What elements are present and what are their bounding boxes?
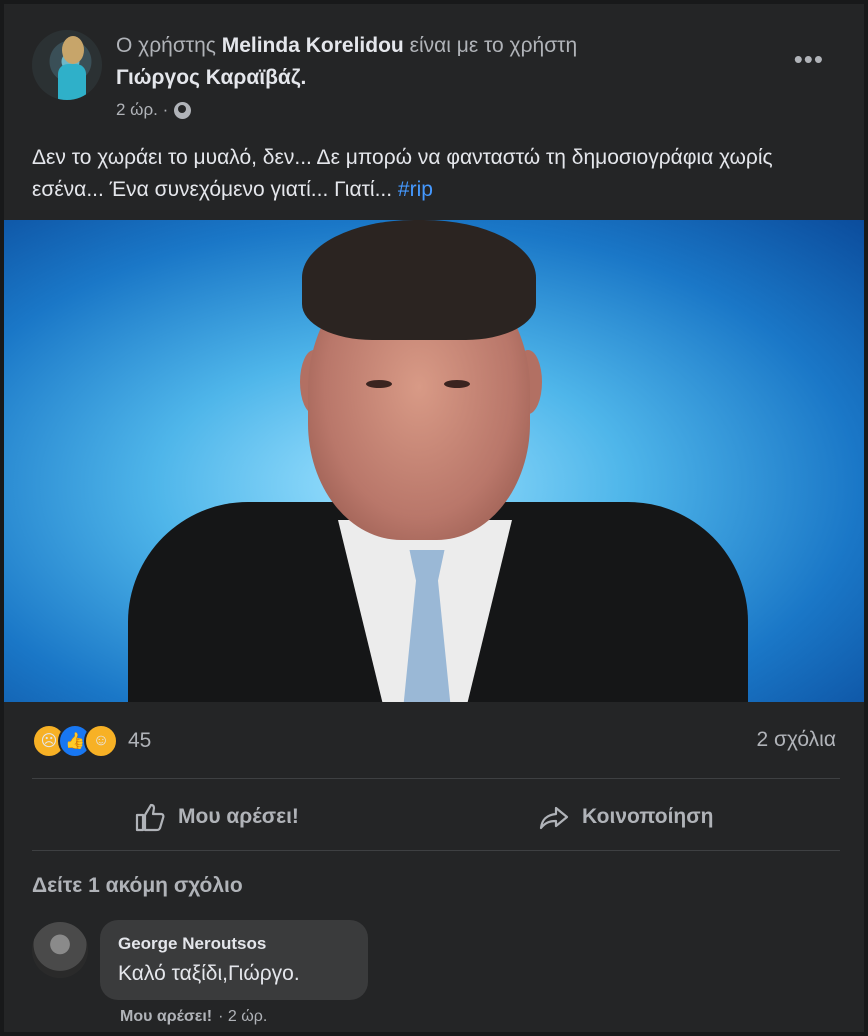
author-name[interactable]: Melinda Korelidou	[222, 34, 404, 57]
comment-text: Καλό ταξίδι,Γιώργο.	[118, 962, 300, 985]
author-avatar[interactable]	[32, 30, 102, 100]
post-text: Δεν το χωράει το μυαλό, δεν... Δε μπορώ …	[32, 142, 832, 206]
header-middle: είναι με το χρήστη	[409, 34, 578, 57]
tagged-user[interactable]: Γιώργος Καραϊβάζ.	[116, 66, 306, 89]
comment-time[interactable]: · 2 ώρ.	[218, 1008, 267, 1026]
comment-author[interactable]: George Neroutsos	[118, 934, 266, 954]
view-more-comments-link[interactable]: Δείτε 1 ακόμη σχόλιο	[32, 874, 243, 898]
post-photo[interactable]	[4, 220, 864, 702]
share-button[interactable]: Κοινοποίηση	[538, 792, 713, 842]
wow-icon: ☺	[84, 724, 118, 758]
commenter-avatar[interactable]	[32, 922, 88, 978]
reactions-summary[interactable]: ☹ 👍 ☺ 45	[32, 724, 151, 758]
comment-like-link[interactable]: Μου αρέσει!	[120, 1008, 212, 1026]
share-arrow-icon	[539, 806, 569, 830]
comment-meta: Μου αρέσει! · 2 ώρ.	[120, 1008, 267, 1026]
post-meta: 2 ώρ. ·	[116, 100, 192, 120]
more-options-button[interactable]: •••	[794, 44, 824, 75]
hashtag-link[interactable]: #rip	[398, 178, 433, 201]
globe-icon[interactable]	[174, 101, 192, 119]
post-time[interactable]: 2 ώρ. ·	[116, 100, 168, 120]
like-label: Μου αρέσει!	[178, 805, 299, 828]
post-card: Ο χρήστης Melinda Korelidou είναι με το …	[4, 4, 864, 1032]
comment-bubble: George Neroutsos Καλό ταξίδι,Γιώργο.	[100, 920, 368, 1000]
photo-eyes	[358, 380, 478, 390]
divider	[32, 778, 840, 779]
reaction-icons: ☹ 👍 ☺	[32, 724, 118, 758]
like-button[interactable]: Μου αρέσει!	[134, 792, 299, 842]
post-header: Ο χρήστης Melinda Korelidou είναι με το …	[116, 34, 577, 58]
header-prefix: Ο χρήστης	[116, 34, 216, 57]
post-header-tagged: Γιώργος Καραϊβάζ.	[116, 66, 306, 90]
thumbs-up-icon	[135, 803, 165, 832]
comments-count-link[interactable]: 2 σχόλια	[756, 728, 836, 752]
share-label: Κοινοποίηση	[582, 805, 714, 828]
photo-hair	[302, 220, 536, 340]
reaction-count: 45	[128, 729, 152, 752]
divider	[32, 850, 840, 851]
